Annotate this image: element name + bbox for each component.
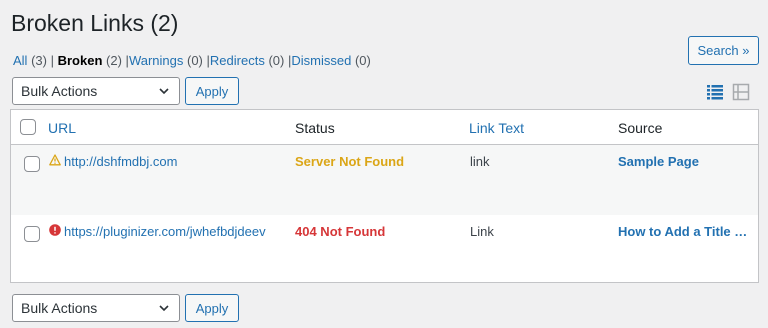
row-checkbox[interactable] — [24, 226, 40, 242]
bulk-actions-select-bottom[interactable]: Bulk Actions — [12, 294, 180, 322]
error-icon — [49, 224, 61, 236]
table-row: https://pluginizer.com/jwhefbdjdeev 404 … — [11, 215, 758, 285]
filter-broken-count: (2) — [106, 53, 122, 68]
column-link-text[interactable]: Link Text — [469, 120, 524, 136]
bulk-actions-value: Bulk Actions — [21, 300, 98, 316]
source-link[interactable]: Sample Page — [618, 154, 699, 169]
row-checkbox[interactable] — [24, 156, 40, 172]
column-source: Source — [618, 120, 663, 136]
apply-button-bottom[interactable]: Apply — [185, 294, 239, 322]
filter-warnings-count: (0) — [187, 53, 203, 68]
chevron-down-icon — [159, 305, 169, 312]
status-badge: 404 Not Found — [295, 224, 386, 239]
select-all-checkbox[interactable] — [20, 119, 36, 135]
table-header: URL Status Link Text Source — [11, 110, 758, 145]
page-title: Broken Links (2) — [11, 10, 179, 36]
filter-broken[interactable]: Broken — [58, 53, 103, 68]
status-badge: Server Not Found — [295, 154, 405, 169]
source-link[interactable]: How to Add a Title … — [618, 224, 747, 239]
search-button[interactable]: Search » — [688, 36, 759, 65]
bulk-actions-select-top[interactable]: Bulk Actions — [12, 77, 180, 105]
excerpt-view-icon[interactable] — [732, 83, 750, 101]
warning-icon — [49, 154, 61, 166]
apply-button-top[interactable]: Apply — [185, 77, 239, 105]
link-url[interactable]: http://dshfmdbj.com — [64, 154, 177, 169]
list-view-icon[interactable] — [706, 83, 724, 101]
filter-redirects-count: (0) — [268, 53, 285, 68]
column-status: Status — [295, 120, 335, 136]
link-text: Link — [470, 224, 494, 239]
column-url[interactable]: URL — [48, 120, 76, 136]
table-row: http://dshfmdbj.com Server Not Found lin… — [11, 145, 758, 215]
link-url[interactable]: https://pluginizer.com/jwhefbdjdeev — [64, 224, 266, 239]
filter-all[interactable]: All — [13, 53, 27, 68]
filter-warnings[interactable]: Warnings — [129, 53, 183, 68]
filter-dismissed-count: (0) — [354, 53, 371, 68]
filter-redirects[interactable]: Redirects — [210, 53, 265, 68]
filter-dismissed[interactable]: Dismissed — [291, 53, 351, 68]
status-filters: All (3) | Broken (2) |Warnings (0) |Redi… — [13, 53, 371, 68]
link-text: link — [470, 154, 490, 169]
bulk-actions-value: Bulk Actions — [21, 83, 98, 99]
links-table: URL Status Link Text Source http://dshfm… — [10, 109, 759, 283]
filter-all-count: (3) — [31, 53, 47, 68]
chevron-down-icon — [159, 88, 169, 95]
separator: | — [50, 53, 54, 68]
